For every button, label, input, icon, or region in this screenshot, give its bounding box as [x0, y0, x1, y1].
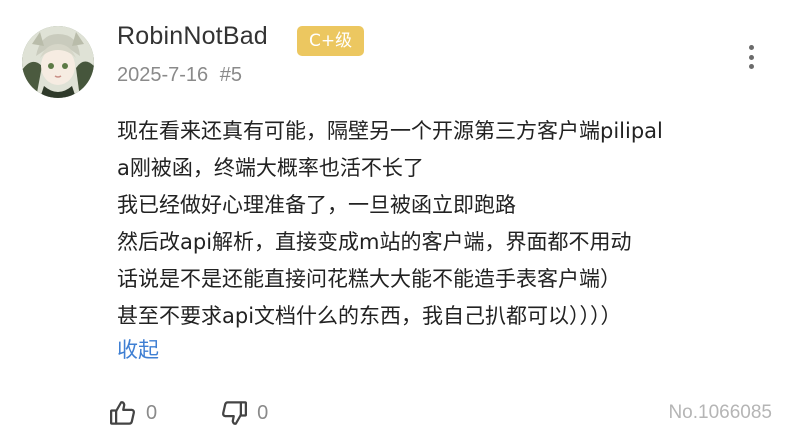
dislike-button[interactable]: 0: [219, 398, 268, 428]
comment-line: 然后改api解析，直接变成m站的客户端，界面都不用动: [117, 230, 632, 254]
comment-meta: 2025-7-16 #5: [117, 64, 242, 87]
comment-line: 现在看来还真有可能，隔壁另一个开源第三方客户端pilipal: [117, 119, 663, 143]
avatar-image: [22, 26, 94, 98]
dislike-count: 0: [257, 401, 269, 424]
like-button[interactable]: 0: [108, 398, 157, 428]
thumbs-down-icon: [222, 401, 248, 425]
comment-floor: #5: [219, 64, 242, 86]
comment-date: 2025-7-16: [117, 64, 209, 86]
comment-body: 现在看来还真有可能，隔壁另一个开源第三方客户端pilipal a刚被函，终端大概…: [117, 113, 757, 335]
like-count: 0: [146, 401, 158, 424]
comment-actions: 0 0: [108, 398, 268, 428]
comment-line: 我已经做好心理准备了，一旦被函立即跑路: [117, 193, 516, 217]
avatar[interactable]: [22, 26, 94, 98]
comment-number: No.1066085: [668, 402, 772, 423]
collapse-link[interactable]: 收起: [117, 332, 159, 369]
level-badge: C+级: [297, 26, 365, 56]
comment-line: a刚被函，终端大概率也活不长了: [117, 156, 424, 180]
comment-line: 话说是不是还能直接问花糕大大能不能造手表客户端）: [117, 267, 621, 291]
more-vertical-icon[interactable]: [740, 44, 762, 70]
comment-line: 甚至不要求api文档什么的东西，我自己扒都可以））））: [117, 304, 622, 328]
comment-card: RobinNotBad C+级 2025-7-16 #5 现在看来还真有可能，隔…: [0, 0, 800, 438]
username[interactable]: RobinNotBad: [117, 22, 268, 51]
thumbs-up-icon: [110, 401, 135, 425]
